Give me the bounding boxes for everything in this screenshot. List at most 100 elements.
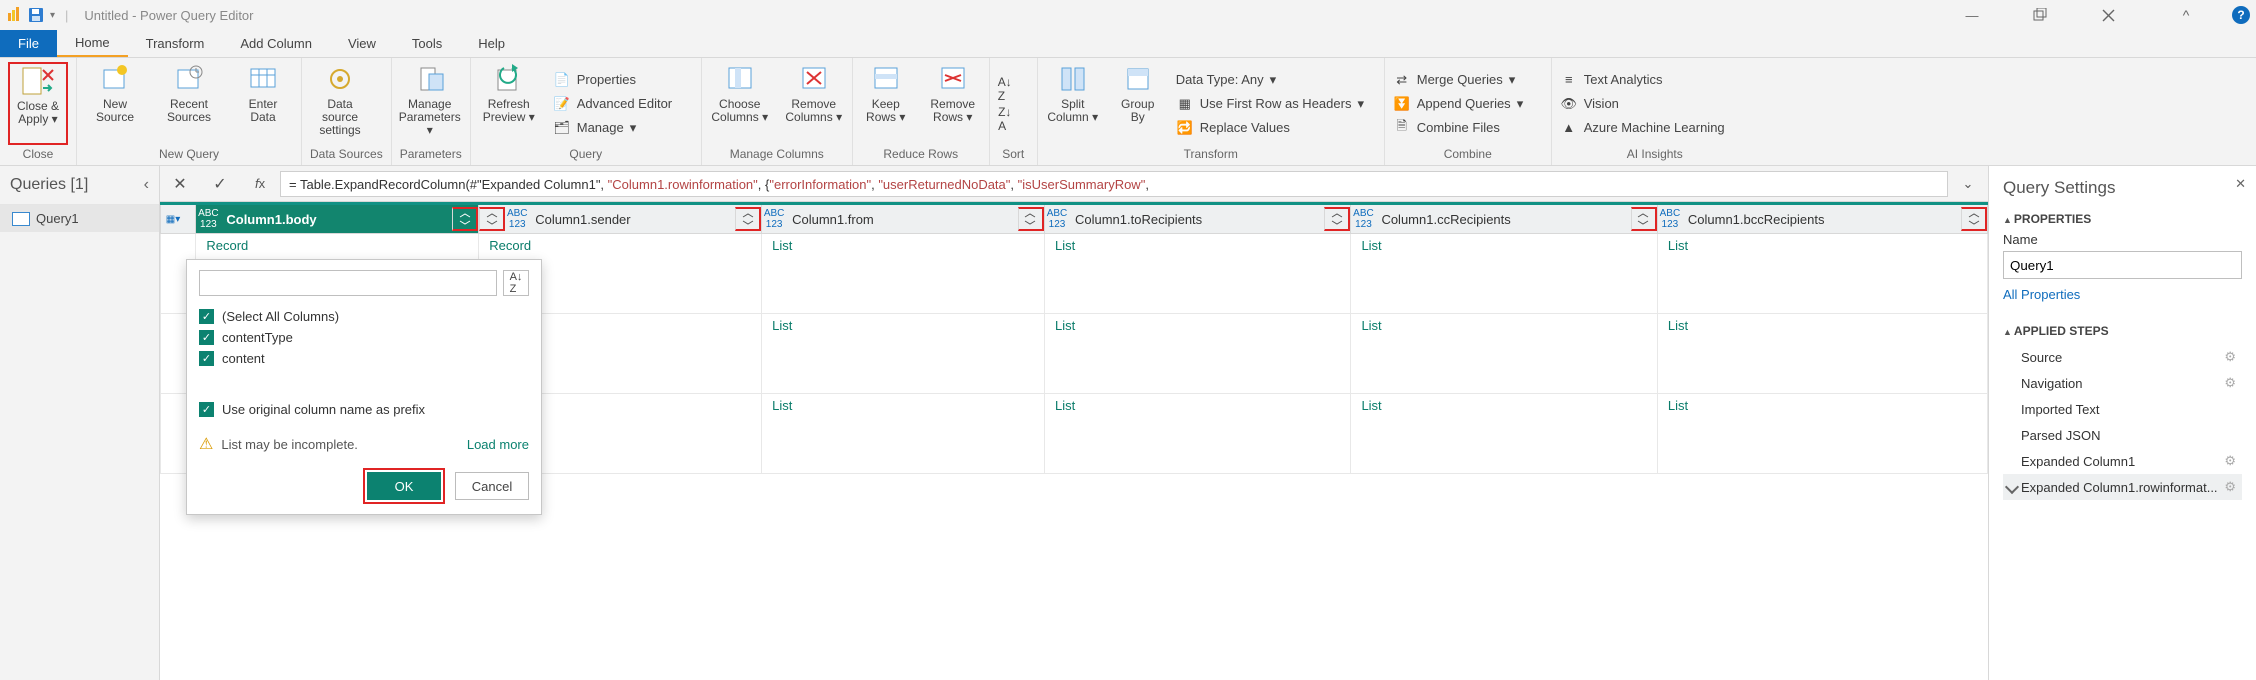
choose-columns-button[interactable]: Choose Columns ▾ bbox=[710, 62, 770, 145]
step-expanded-rowinfo[interactable]: Expanded Column1.rowinformat...⚙ bbox=[2003, 474, 2242, 500]
step-navigation[interactable]: Navigation⚙ bbox=[2003, 370, 2242, 396]
qat-dropdown-icon[interactable]: ▾ bbox=[50, 10, 55, 21]
expand-icon[interactable] bbox=[735, 207, 761, 231]
formula-bar: ✕ ✓ fx = Table.ExpandRecordColumn(#"Expa… bbox=[160, 166, 1988, 202]
contenttype-checkbox[interactable]: ✓contentType bbox=[199, 327, 529, 348]
tab-view[interactable]: View bbox=[330, 30, 394, 57]
restore-button[interactable] bbox=[2018, 1, 2062, 29]
first-row-headers-button[interactable]: ▦Use First Row as Headers ▾ bbox=[1176, 93, 1376, 115]
refresh-preview-button[interactable]: Refresh Preview ▾ bbox=[479, 62, 539, 145]
cancel-button[interactable]: Cancel bbox=[455, 472, 529, 500]
vision-button[interactable]: 👁Vision bbox=[1560, 93, 1750, 115]
group-label-close: Close bbox=[8, 145, 68, 165]
content-checkbox[interactable]: ✓content bbox=[199, 348, 529, 369]
tab-home[interactable]: Home bbox=[57, 30, 128, 57]
tab-transform[interactable]: Transform bbox=[128, 30, 223, 57]
warning-row: ⚠ List may be incomplete. Load more bbox=[199, 434, 529, 454]
minimize-button[interactable]: ― bbox=[1950, 1, 1994, 29]
replace-values-button[interactable]: 🔁Replace Values bbox=[1176, 117, 1376, 139]
table-menu-icon[interactable]: ▦▾ bbox=[161, 214, 185, 225]
formula-cancel-icon[interactable]: ✕ bbox=[164, 172, 196, 196]
group-by-button[interactable]: Group By bbox=[1114, 62, 1162, 145]
query-name-input[interactable] bbox=[2003, 251, 2242, 279]
manage-button[interactable]: 🗂Manage ▾ bbox=[553, 117, 693, 139]
expand-icon[interactable] bbox=[1631, 207, 1657, 231]
expand-icon[interactable] bbox=[479, 207, 505, 231]
gear-icon[interactable]: ⚙ bbox=[2224, 453, 2236, 469]
ribbon: Close & Apply ▾ Close New Source Recent … bbox=[0, 58, 2256, 166]
azure-ml-button[interactable]: ▲Azure Machine Learning bbox=[1560, 117, 1750, 139]
main-area: ✕ ✓ fx = Table.ExpandRecordColumn(#"Expa… bbox=[160, 166, 1988, 680]
data-source-settings-button[interactable]: Data source settings bbox=[310, 62, 370, 145]
split-column-button[interactable]: Split Column ▾ bbox=[1046, 62, 1100, 145]
queries-pane: Queries [1] ‹ Query1 bbox=[0, 166, 160, 680]
close-button[interactable] bbox=[2086, 1, 2130, 29]
load-more-link[interactable]: Load more bbox=[467, 437, 529, 452]
fx-icon[interactable]: fx bbox=[244, 172, 276, 196]
column-header-from[interactable]: ABC123Column1.from bbox=[762, 204, 1045, 234]
enter-data-button[interactable]: Enter Data bbox=[233, 62, 293, 145]
expand-icon[interactable] bbox=[1961, 207, 1987, 231]
query-item-query1[interactable]: Query1 bbox=[0, 205, 159, 232]
step-imported-text[interactable]: Imported Text bbox=[2003, 396, 2242, 422]
advanced-editor-button[interactable]: 📝Advanced Editor bbox=[553, 93, 693, 115]
data-grid: ▦▾ ABC123Column1.body ABC123Column1.send… bbox=[160, 202, 1988, 680]
combine-files-button[interactable]: 🗎Combine Files bbox=[1393, 117, 1543, 139]
gear-icon[interactable]: ⚙ bbox=[2224, 479, 2236, 495]
select-all-checkbox[interactable]: ✓(Select All Columns) bbox=[199, 306, 529, 327]
gear-icon[interactable]: ⚙ bbox=[2224, 375, 2236, 391]
expand-icon[interactable] bbox=[452, 207, 478, 231]
column-header-sender[interactable]: ABC123Column1.sender bbox=[479, 204, 762, 234]
expand-icon[interactable] bbox=[1324, 207, 1350, 231]
applied-steps-section-header[interactable]: APPLIED STEPS bbox=[2003, 324, 2242, 338]
help-button[interactable]: ? bbox=[2232, 6, 2250, 24]
ribbon-group-new-query: New Source Recent Sources Enter Data New… bbox=[77, 58, 302, 165]
column-header-bccrecipients[interactable]: ABC123Column1.bccRecipients bbox=[1657, 204, 1987, 234]
formula-dropdown-icon[interactable]: ⌄ bbox=[1952, 172, 1984, 196]
sort-asc-button[interactable]: A↓Z bbox=[998, 75, 1012, 103]
column-header-ccrecipients[interactable]: ABC123Column1.ccRecipients bbox=[1351, 204, 1657, 234]
new-source-button[interactable]: New Source bbox=[85, 62, 145, 145]
remove-rows-button[interactable]: Remove Rows ▾ bbox=[925, 62, 981, 145]
formula-commit-icon[interactable]: ✓ bbox=[204, 172, 236, 196]
tab-tools[interactable]: Tools bbox=[394, 30, 460, 57]
expand-icon[interactable] bbox=[1018, 207, 1044, 231]
remove-columns-button[interactable]: Remove Columns ▾ bbox=[784, 62, 844, 145]
ribbon-group-query: Refresh Preview ▾ 📄Properties 📝Advanced … bbox=[471, 58, 702, 165]
ok-button[interactable]: OK bbox=[367, 472, 441, 500]
prefix-checkbox[interactable]: ✓Use original column name as prefix bbox=[199, 399, 529, 420]
warning-text: List may be incomplete. bbox=[221, 437, 358, 452]
save-icon[interactable] bbox=[28, 7, 44, 23]
row-index-header[interactable]: ▦▾ bbox=[161, 204, 196, 234]
warning-icon: ⚠ bbox=[199, 434, 213, 454]
column-header-body[interactable]: ABC123Column1.body bbox=[196, 204, 479, 234]
data-type-button[interactable]: Data Type: Any ▾ bbox=[1176, 69, 1376, 91]
gear-icon[interactable]: ⚙ bbox=[2224, 349, 2236, 365]
close-icon[interactable]: ✕ bbox=[2235, 176, 2246, 192]
tab-help[interactable]: Help bbox=[460, 30, 523, 57]
column-header-torecipients[interactable]: ABC123Column1.toRecipients bbox=[1044, 204, 1350, 234]
tab-add-column[interactable]: Add Column bbox=[222, 30, 330, 57]
manage-parameters-button[interactable]: Manage Parameters ▾ bbox=[400, 62, 460, 145]
step-source[interactable]: Source⚙ bbox=[2003, 344, 2242, 370]
properties-section-header[interactable]: PROPERTIES bbox=[2003, 212, 2242, 226]
properties-button[interactable]: 📄Properties bbox=[553, 69, 693, 91]
expand-search-input[interactable] bbox=[199, 270, 497, 296]
tab-file[interactable]: File bbox=[0, 30, 57, 57]
all-properties-link[interactable]: All Properties bbox=[2003, 287, 2080, 302]
type-any-icon: ABC123 bbox=[762, 208, 786, 230]
keep-rows-button[interactable]: Keep Rows ▾ bbox=[861, 62, 911, 145]
formula-input[interactable]: = Table.ExpandRecordColumn(#"Expanded Co… bbox=[280, 171, 1948, 197]
sort-az-button[interactable]: A↓Z bbox=[503, 270, 529, 296]
queries-collapse-icon[interactable]: ‹ bbox=[144, 176, 149, 194]
step-parsed-json[interactable]: Parsed JSON bbox=[2003, 422, 2242, 448]
recent-sources-button[interactable]: Recent Sources bbox=[159, 62, 219, 145]
merge-queries-button[interactable]: ⇄Merge Queries ▾ bbox=[1393, 69, 1543, 91]
step-expanded-column1[interactable]: Expanded Column1⚙ bbox=[2003, 448, 2242, 474]
append-queries-button[interactable]: ⏬Append Queries ▾ bbox=[1393, 93, 1543, 115]
query-settings-pane: Query Settings ✕ PROPERTIES Name All Pro… bbox=[1988, 166, 2256, 680]
sort-desc-button[interactable]: Z↓A bbox=[998, 105, 1011, 133]
text-analytics-button[interactable]: ≡Text Analytics bbox=[1560, 69, 1750, 91]
ribbon-collapse-icon[interactable]: ^ bbox=[2164, 1, 2208, 29]
close-apply-button[interactable]: Close & Apply ▾ bbox=[8, 62, 68, 145]
